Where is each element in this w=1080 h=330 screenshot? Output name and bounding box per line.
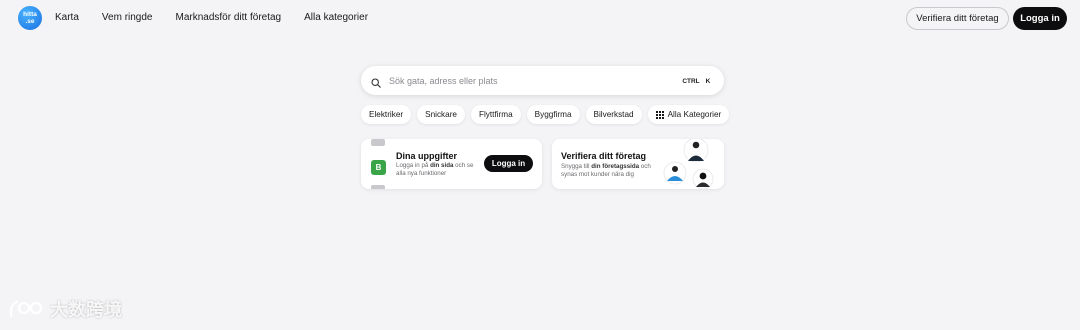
main-nav: Karta Vem ringde Marknadsför ditt företa… [55, 12, 368, 23]
search-bar[interactable]: CTRL K [361, 66, 724, 95]
card-description: Logga in på din sida och se alla nya fun… [396, 162, 476, 178]
eye-icon [371, 139, 385, 151]
login-button[interactable]: Logga in [1013, 7, 1067, 30]
card-description: Snygga till din företagssida och synas m… [561, 163, 661, 179]
chip-bilverkstad[interactable]: Bilverkstad [585, 105, 642, 124]
nav-item-vem-ringde[interactable]: Vem ringde [102, 12, 153, 23]
logo-line1: hitta [23, 11, 37, 18]
nav-item-karta[interactable]: Karta [55, 12, 79, 23]
card-text-bold: din sida [430, 162, 454, 169]
chip-byggfirma[interactable]: Byggfirma [526, 105, 580, 124]
logo-line2: .se [25, 18, 35, 25]
card-title: Dina uppgifter [396, 151, 457, 161]
card-title: Verifiera ditt företag [561, 151, 647, 161]
watermark: 大数跨境 [8, 296, 122, 322]
shortcut-ctrl: CTRL [682, 77, 700, 85]
watermark-logo-icon [9, 300, 43, 318]
category-chips: Elektriker Snickare Flyttfirma Byggfirma… [361, 105, 730, 124]
chip-label: Snickare [425, 110, 457, 119]
business-icon: B [371, 160, 386, 175]
chip-label: Alla Kategorier [667, 110, 722, 119]
grid-icon [655, 110, 664, 119]
people-illustration [663, 139, 714, 189]
watermark-text: 大数跨境 [50, 300, 122, 320]
chip-alla-kategorier[interactable]: Alla Kategorier [647, 105, 730, 124]
verify-company-card[interactable]: Verifiera ditt företag Snygga till din f… [552, 139, 724, 189]
card-login-button[interactable]: Logga in [484, 155, 533, 172]
chip-flyttfirma[interactable]: Flyttfirma [470, 105, 521, 124]
top-header: hitta .se Karta Vem ringde Marknadsför d… [0, 0, 1080, 36]
chip-snickare[interactable]: Snickare [417, 105, 465, 124]
card-text-pre: Snygga till [561, 163, 592, 170]
search-input[interactable] [389, 73, 669, 88]
chip-label: Elektriker [369, 110, 404, 119]
thumbnail-placeholder [371, 185, 385, 189]
nav-item-alla-kategorier[interactable]: Alla kategorier [304, 12, 368, 23]
verify-company-button[interactable]: Verifiera ditt företag [906, 7, 1009, 30]
shortcut-k: K [705, 77, 711, 85]
card-text-bold: din företagssida [591, 163, 640, 170]
hitta-logo[interactable]: hitta .se [18, 6, 42, 30]
feature-thumbnails: B [371, 139, 386, 189]
chip-label: Flyttfirma [478, 110, 513, 119]
chip-label: Byggfirma [534, 110, 572, 119]
card-text-pre: Logga in på [396, 162, 431, 169]
search-icon [371, 75, 381, 93]
my-details-card[interactable]: B Dina uppgifter Logga in på din sida oc… [361, 139, 542, 189]
chip-label: Bilverkstad [593, 110, 634, 119]
chip-elektriker[interactable]: Elektriker [361, 105, 412, 124]
nav-item-marknadsfor[interactable]: Marknadsför ditt företag [176, 12, 282, 23]
